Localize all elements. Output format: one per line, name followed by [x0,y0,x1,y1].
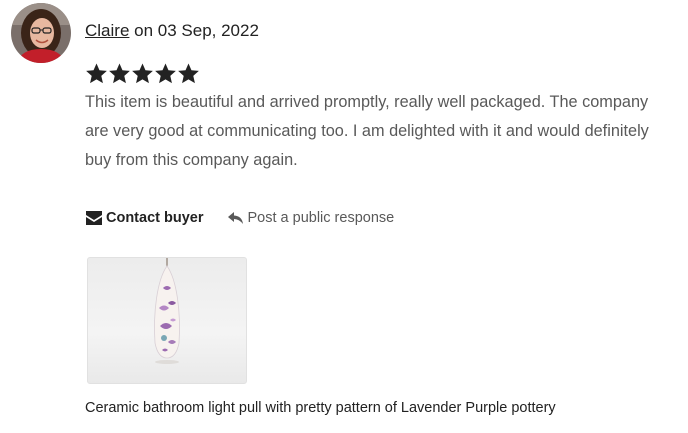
post-public-response-label: Post a public response [247,210,395,226]
star-icon [109,63,130,84]
avatar-photo [11,3,71,63]
reviewer-name-link[interactable]: Claire [85,21,129,40]
contact-buyer-label: Contact buyer [106,210,204,226]
envelope-icon [86,211,102,225]
contact-buyer-button[interactable]: Contact buyer [86,210,204,226]
review-text: This item is beautiful and arrived promp… [85,93,649,169]
star-icon [132,63,153,84]
star-icon [86,63,107,84]
reply-arrow-icon [227,212,243,224]
post-public-response-button[interactable]: Post a public response [227,210,395,226]
light-pull-image [154,258,180,364]
review-date: 03 Sep, 2022 [157,21,259,40]
avatar[interactable] [11,3,71,63]
star-rating [85,62,200,86]
date-prefix: on [129,21,158,40]
review-actions: Contact buyer Post a public response [86,207,394,229]
star-icon [155,63,176,84]
product-thumbnail[interactable] [87,257,247,384]
reviewer-line: Claire on 03 Sep, 2022 [85,20,259,42]
product-title-link[interactable]: Ceramic bathroom light pull with pretty … [85,398,556,418]
star-icon [178,63,199,84]
